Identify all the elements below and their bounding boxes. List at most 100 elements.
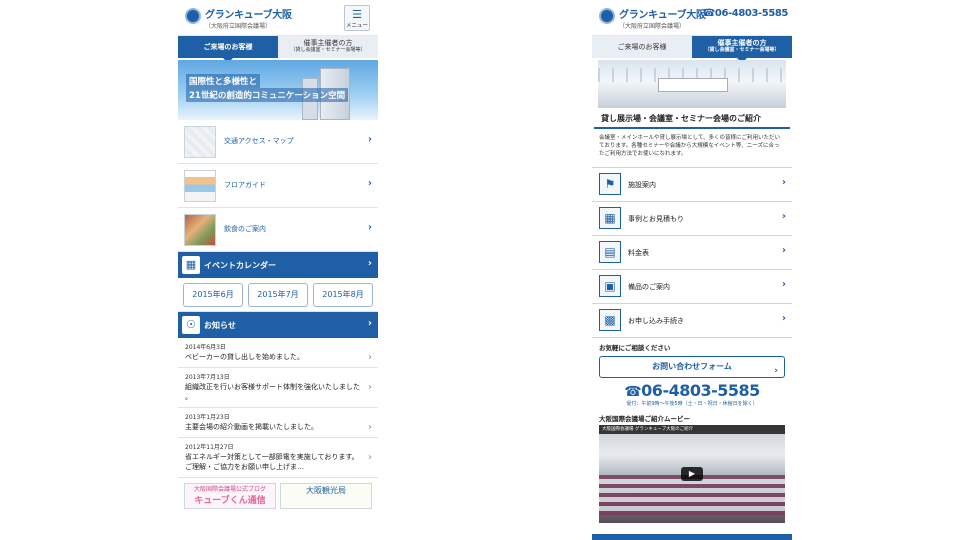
list-item-label: フロアガイド	[224, 181, 266, 189]
news-date: 2013年1月23日	[185, 414, 230, 421]
news-item[interactable]: 2012年11月27日 省エネルギー対策として一部節電を実施しております。ご理解…	[178, 438, 378, 478]
list-item-label: 備品のご案内	[628, 283, 670, 291]
chevron-right-icon: ›	[368, 382, 372, 393]
blog-banner-title: キューブくん通信	[194, 496, 266, 506]
list-item-facilities[interactable]: ⚑ 施設案内 ›	[592, 167, 792, 201]
grid-icon: ▩	[599, 309, 621, 331]
news-date: 2014年6月3日	[185, 344, 226, 351]
event-calendar-bar[interactable]: ▦ イベントカレンダー ›	[178, 252, 378, 278]
chevron-right-icon: ›	[781, 279, 786, 290]
footer-strip	[592, 534, 792, 540]
chevron-right-icon: ›	[781, 245, 786, 256]
chevron-right-icon: ›	[774, 366, 778, 376]
consult-label: お気軽にご相談ください	[592, 337, 792, 354]
header-phone-number[interactable]: ☎06-4803-5585	[702, 8, 789, 19]
list-item-access-map[interactable]: 交通アクセス・マップ ›	[178, 120, 378, 164]
blog-banner-small: 大阪国際会議場公式ブログ	[193, 486, 266, 493]
phone-number-large[interactable]: ☎06-4803-5585	[592, 381, 792, 400]
menu-button[interactable]: ☰ メニュー	[344, 5, 370, 31]
chevron-right-icon: ›	[368, 452, 372, 463]
logo-icon[interactable]	[185, 8, 201, 24]
calculator-icon: ▦	[599, 207, 621, 229]
hero-line-1: 国際性と多様性と	[186, 74, 261, 88]
hall-image	[598, 60, 786, 108]
hall-screen	[658, 78, 728, 92]
menu-icon: ☰	[352, 8, 362, 21]
chevron-right-icon: ›	[367, 258, 372, 269]
news-title: 組織改正を行いお客様サポート体制を強化いたしました 。	[185, 383, 360, 401]
phone-hours: 受付：午前9時〜午後5時（土・日・祝日・休館日を除く）	[626, 401, 758, 407]
movie-title: 大阪国際会議場ご紹介ムービー	[599, 415, 690, 423]
chevron-right-icon: ›	[781, 313, 786, 324]
chevron-right-icon: ›	[367, 222, 372, 233]
list-item-dining[interactable]: 飲食のご案内 ›	[178, 208, 378, 252]
right-phone-screen: グランキューブ大阪 （大阪府立国際会議場） ☎06-4803-5585 ご来場の…	[592, 0, 792, 540]
logo-icon[interactable]	[599, 8, 615, 24]
tab-visitors[interactable]: ご来場のお客様	[178, 36, 278, 63]
play-icon[interactable]: ▶	[681, 467, 703, 481]
logo-subtitle: （大阪府立国際会議場）	[619, 23, 686, 30]
video-caption: 大阪国際会議場 グランキューブ大阪のご紹介	[599, 425, 785, 434]
chevron-right-icon: ›	[781, 177, 786, 188]
tab-organizers[interactable]: 催事主催者の方 （貸し会議室・セミナー会場等）	[278, 36, 378, 58]
list-item-price-list[interactable]: ▤ 料金表 ›	[592, 235, 792, 269]
dining-thumbnail	[184, 214, 216, 246]
video-frame	[599, 475, 785, 515]
month-button-jul[interactable]: 2015年7月	[248, 283, 308, 307]
calendar-icon: ▦	[182, 256, 200, 274]
tab-organizers[interactable]: 催事主催者の方 （貸し会議室・セミナー会場等）	[692, 36, 792, 63]
audience-tabs: ご来場のお客様 催事主催者の方 （貸し会議室・セミナー会場等）	[178, 36, 378, 63]
phone-icon: ☎	[624, 384, 642, 400]
right-header: グランキューブ大阪 （大阪府立国際会議場） ☎06-4803-5585	[592, 0, 792, 36]
news-item[interactable]: 2014年6月3日 ベビーカーの貸し出しを始めました。 ›	[178, 338, 378, 368]
news-item[interactable]: 2013年1月23日 主要会場の紹介動画を掲載いたしました。 ›	[178, 408, 378, 438]
chevron-right-icon: ›	[367, 178, 372, 189]
signpost-icon: ⚑	[599, 173, 621, 195]
list-item-application[interactable]: ▩ お申し込み手続き ›	[592, 303, 792, 337]
left-header: グランキューブ大阪 （大阪府立国際会議場） ☰ メニュー	[178, 0, 378, 36]
news-header-bar[interactable]: ☉ お知らせ ›	[178, 312, 378, 338]
list-item-label: 交通アクセス・マップ	[224, 137, 294, 145]
banner-row: 大阪国際会議場公式ブログ キューブくん通信 大阪観光局	[178, 478, 378, 514]
news-date: 2013年7月13日	[185, 374, 230, 381]
chevron-right-icon: ›	[367, 134, 372, 145]
audience-tabs: ご来場のお客様 催事主催者の方 （貸し会議室・セミナー会場等）	[592, 36, 792, 63]
list-item-label: お申し込み手続き	[628, 317, 684, 325]
hero-banner[interactable]: 国際性と多様性と 21世紀の創造的コミュニケーション空間	[178, 60, 378, 120]
contact-form-button[interactable]: お問い合わせフォーム ›	[599, 356, 785, 378]
blog-banner[interactable]: 大阪国際会議場公式ブログ キューブくん通信	[184, 483, 276, 509]
menu-label: メニュー	[345, 23, 368, 29]
list-item-floor-guide[interactable]: フロアガイド ›	[178, 164, 378, 208]
chevron-right-icon: ›	[368, 422, 372, 433]
tab-visitors[interactable]: ご来場のお客様	[592, 36, 692, 58]
list-item-equipment[interactable]: ▣ 備品のご案内 ›	[592, 269, 792, 303]
month-button-jun[interactable]: 2015年6月	[183, 283, 243, 307]
projector-icon: ▣	[599, 275, 621, 297]
left-phone-screen: グランキューブ大阪 （大阪府立国際会議場） ☰ メニュー ご来場のお客様 催事主…	[178, 0, 378, 540]
list-item-label: 料金表	[628, 249, 649, 257]
section-title: 貸し展示場・会議室・セミナー会場のご紹介	[594, 108, 790, 129]
section-description: 会議室・メインホールや貸し展示場として、多くの皆様にご利用いただいております。各…	[599, 135, 780, 157]
video-player[interactable]: 大阪国際会議場 グランキューブ大阪のご紹介 ▶	[599, 425, 785, 523]
document-icon: ▤	[599, 241, 621, 263]
news-item[interactable]: 2013年7月13日 組織改正を行いお客様サポート体制を強化いたしました 。 ›	[178, 368, 378, 408]
chevron-right-icon: ›	[781, 211, 786, 222]
list-item-label: 事例とお見積もり	[628, 215, 684, 223]
tourism-banner[interactable]: 大阪観光局	[280, 483, 372, 509]
month-button-aug[interactable]: 2015年8月	[313, 283, 373, 307]
logo-title[interactable]: グランキューブ大阪	[619, 6, 706, 21]
news-header-label: お知らせ	[204, 321, 236, 330]
logo-title[interactable]: グランキューブ大阪	[205, 6, 292, 21]
map-thumbnail	[184, 126, 216, 158]
globe-icon: ☉	[182, 316, 200, 334]
phone-icon: ☎	[702, 8, 715, 19]
event-calendar-label: イベントカレンダー	[204, 261, 276, 270]
chevron-right-icon: ›	[367, 318, 372, 329]
floor-thumbnail	[184, 170, 216, 202]
news-date: 2012年11月27日	[185, 444, 234, 451]
chevron-right-icon: ›	[368, 352, 372, 363]
list-item-label: 飲食のご案内	[224, 225, 266, 233]
news-title: 主要会場の紹介動画を掲載いたしました。	[185, 423, 318, 431]
hero-line-2: 21世紀の創造的コミュニケーション空間	[186, 88, 349, 102]
list-item-estimates[interactable]: ▦ 事例とお見積もり ›	[592, 201, 792, 235]
